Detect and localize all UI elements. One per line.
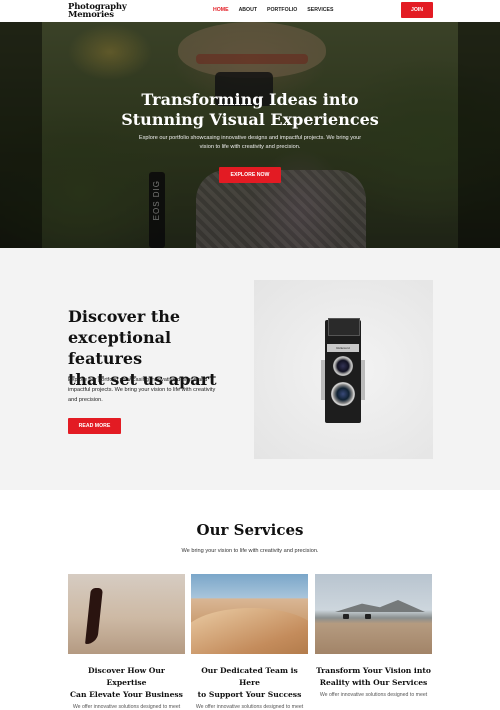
service-card-1-image xyxy=(68,574,185,654)
hero-section: EOS DIG Transforming Ideas into Stunning… xyxy=(0,22,500,248)
service-card-2-title-line-2: to Support Your Success xyxy=(197,690,302,699)
hero-title-line-2: Stunning Visual Experiences xyxy=(121,110,379,129)
camera-side-right xyxy=(361,360,365,400)
camera-side-left xyxy=(321,360,325,400)
hero-subtitle-line-1: Explore our portfolio showcasing innovat… xyxy=(138,135,362,141)
hero-subtitle: Explore our portfolio showcasing innovat… xyxy=(120,134,380,152)
service-card-3-title: Transform Your Vision into Reality with … xyxy=(315,665,432,689)
camera-nameplate: Rolleicord xyxy=(327,344,359,352)
service-card-1-title: Discover How Our Expertise Can Elevate Y… xyxy=(68,665,185,701)
service-card-1-desc: We offer innovative solutions designed t… xyxy=(72,704,181,710)
nav-portfolio[interactable]: PORTFOLIO xyxy=(267,7,297,13)
camera-taking-lens xyxy=(331,382,355,406)
service-card-2-title-line-1: Our Dedicated Team is Here xyxy=(201,666,298,687)
service-card-3-desc: We offer innovative solutions designed t… xyxy=(319,692,428,698)
service-card-3-title-line-1: Transform Your Vision into xyxy=(316,666,431,675)
hero-side-shade-right xyxy=(458,22,500,248)
service-card-1[interactable]: Discover How Our Expertise Can Elevate Y… xyxy=(68,574,185,710)
service-card-2-title: Our Dedicated Team is Here to Support Yo… xyxy=(191,665,308,701)
site-header: Photography Memories HOME ABOUT PORTFOLIO S… xyxy=(0,0,500,22)
hero-title: Transforming Ideas into Stunning Visual … xyxy=(100,90,400,130)
service-card-1-title-line-1: Discover How Our Expertise xyxy=(88,666,165,687)
hero-side-shade-left xyxy=(0,22,42,248)
mountain-range xyxy=(335,600,425,612)
join-button[interactable]: JOIN xyxy=(401,2,433,18)
sand-dune xyxy=(191,608,308,654)
nav-about[interactable]: ABOUT xyxy=(239,7,257,13)
service-card-3-image xyxy=(315,574,432,654)
camera-viewfinder xyxy=(328,318,360,336)
explore-now-button[interactable]: EXPLORE NOW xyxy=(219,167,281,183)
features-title-line-1: Discover the xyxy=(68,307,181,326)
twin-lens-camera: Rolleicord xyxy=(321,318,365,423)
quad-bike-1 xyxy=(343,614,349,619)
logo-line-2: Memories xyxy=(68,10,114,20)
features-camera-image: Rolleicord xyxy=(254,280,433,459)
service-card-1-title-line-2: Can Elevate Your Business xyxy=(70,690,183,699)
services-subtitle: We bring your vision to life with creati… xyxy=(181,548,319,554)
site-logo[interactable]: Photography Memories xyxy=(68,3,127,20)
features-title-line-2: exceptional features xyxy=(68,328,172,368)
hero-subtitle-line-2: vision to life with creativity and preci… xyxy=(199,144,301,150)
quad-bike-2 xyxy=(365,614,371,619)
service-card-3-title-line-2: Reality with Our Services xyxy=(319,678,428,687)
features-text: Explore our portfolio showcasing innovat… xyxy=(68,375,236,405)
camera-viewing-lens xyxy=(333,356,353,376)
features-text-line-2: impactful projects. We bring your vision… xyxy=(68,387,216,393)
nav-services[interactable]: SERVICES xyxy=(307,7,333,13)
nav-home[interactable]: HOME xyxy=(213,7,229,13)
features-text-line-1: Explore our portfolio showcasing innovat… xyxy=(68,377,208,383)
features-text-line-3: and precision. xyxy=(68,397,103,403)
main-nav: HOME ABOUT PORTFOLIO SERVICES xyxy=(213,7,343,13)
service-card-2-desc: We offer innovative solutions designed t… xyxy=(195,704,304,710)
service-card-2[interactable]: Our Dedicated Team is Here to Support Yo… xyxy=(191,574,308,710)
service-card-2-image xyxy=(191,574,308,654)
features-section: Discover the exceptional features that s… xyxy=(0,248,500,490)
services-section: Our Services We bring your vision to lif… xyxy=(0,490,500,710)
service-card-3[interactable]: Transform Your Vision into Reality with … xyxy=(315,574,432,698)
desert-woman-figure xyxy=(85,588,103,644)
hero-title-line-1: Transforming Ideas into xyxy=(141,90,359,109)
services-title: Our Services xyxy=(196,521,304,539)
read-more-button[interactable]: READ MORE xyxy=(68,418,121,434)
